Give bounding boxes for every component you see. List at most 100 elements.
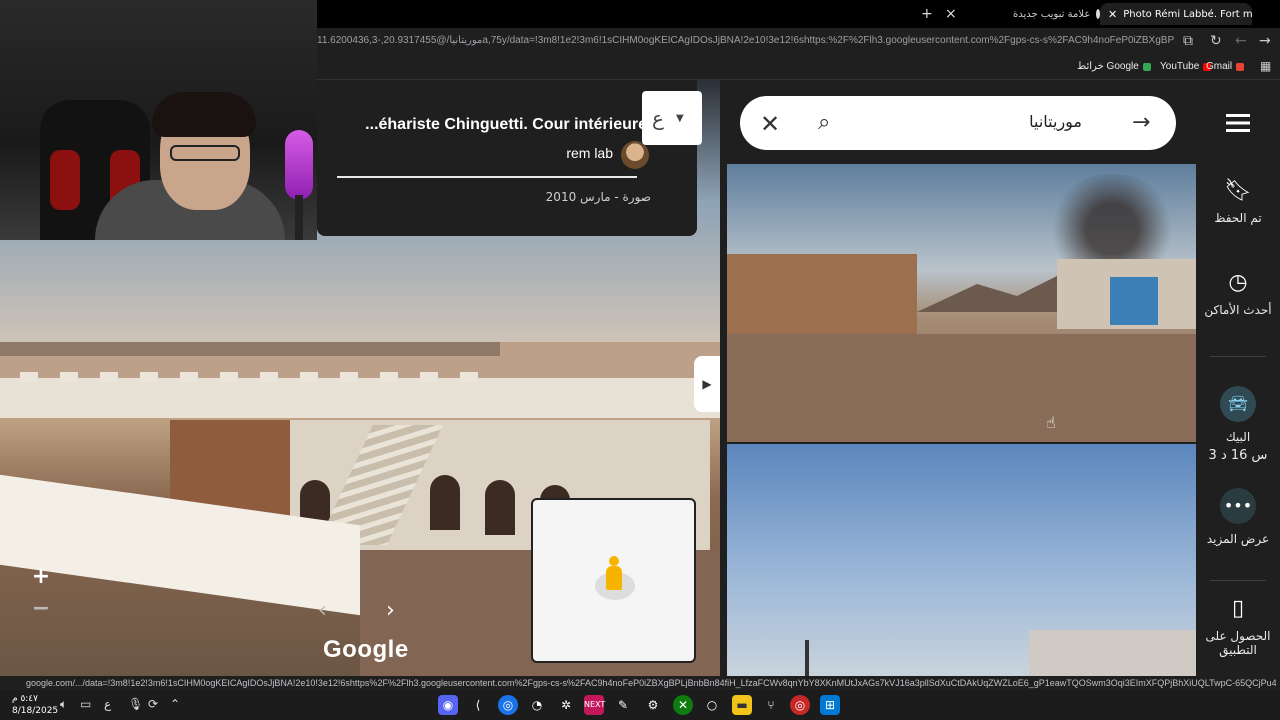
more-icon: •••: [1220, 488, 1256, 524]
glasses: [170, 145, 240, 161]
search-input[interactable]: موريتانيا: [1029, 112, 1082, 131]
link-status-bar: google.com/.../data=!3m8!1e2!3m6!1sCIHM0…: [0, 676, 1280, 690]
photo-date: صورة - مارس 2010: [545, 190, 651, 204]
photo-thumbnail[interactable]: [727, 444, 1196, 676]
rail-eta: 3 س 16 د: [1208, 448, 1268, 463]
photo-back-wall: [0, 378, 720, 418]
collapse-panel-button[interactable]: ▶: [694, 356, 720, 412]
folder-icon[interactable]: ▬: [732, 695, 752, 715]
tab-photo[interactable]: ✕ Photo Rémi Labbé. Fort méhar: [1100, 3, 1252, 25]
url-field[interactable]: موريتانيا/@20.9317455,-11.6200436,3a,75y…: [317, 35, 1175, 46]
zoom-in-button[interactable]: +: [28, 564, 54, 589]
mic-arm: [295, 195, 303, 240]
bookmark-label: خرائط Google: [1077, 61, 1139, 72]
prev-photo-button[interactable]: ‹: [318, 598, 327, 623]
link-preview: google.com/.../data=!3m8!1e2!3m6!1sCIHM0…: [26, 678, 1276, 688]
settings-icon[interactable]: ✲: [556, 695, 576, 715]
rail-label: الحصول على التطبيق: [1205, 629, 1271, 657]
windows-start-icon[interactable]: ⊞: [820, 695, 840, 715]
git-icon[interactable]: ⑂: [761, 695, 781, 715]
photo-author[interactable]: rem lab: [566, 145, 613, 161]
rail-label: البيك: [1225, 430, 1251, 444]
apps-grid-icon[interactable]: ▦: [1260, 59, 1271, 73]
photo-title: ...éhariste Chinguetti. Cour intérieure: [365, 116, 647, 133]
bookmark-icon: 🔖︎: [1224, 178, 1252, 203]
phone-icon: ▯: [1231, 596, 1245, 621]
hand-cursor-icon: ☝: [1046, 413, 1056, 432]
rail-more[interactable]: ••• عرض المزيد: [1196, 488, 1280, 546]
search-box[interactable]: ✕ ⌕ موريتانيا →: [740, 96, 1176, 150]
reload-icon[interactable]: ↻: [1210, 33, 1222, 49]
history-icon: ◷: [1228, 270, 1248, 295]
search-icon[interactable]: ⌕: [818, 110, 830, 135]
tab-title: علامة تبويب جديدة: [1013, 8, 1091, 20]
directions-arrow-icon[interactable]: →: [1132, 110, 1150, 135]
maps-icon: [1142, 62, 1151, 71]
xbox-icon[interactable]: ✕: [673, 695, 693, 715]
pegman-card[interactable]: [531, 498, 696, 663]
search-app-icon[interactable]: ○: [702, 695, 722, 715]
google-watermark: Google: [323, 636, 409, 663]
car-icon: 🚘︎: [1220, 386, 1256, 422]
close-window-button[interactable]: ×: [945, 5, 957, 23]
microphone: [285, 130, 313, 200]
network-icon[interactable]: ▭: [80, 697, 91, 711]
clock-date: 8/18/2025: [12, 706, 59, 716]
bookmark-label: YouTube: [1160, 61, 1200, 72]
chrome-icon[interactable]: ◎: [498, 695, 518, 715]
menu-icon[interactable]: [1226, 114, 1250, 132]
tab-title: Photo Rémi Labbé. Fort méhar: [1123, 8, 1252, 20]
new-tab-button[interactable]: +: [921, 5, 933, 23]
avatar[interactable]: [621, 141, 649, 169]
input-language[interactable]: ع: [104, 697, 111, 711]
search-results-panel: ✕ ⌕ موريتانيا →: [720, 80, 1196, 676]
rail-label: أحدث الأماكن: [1204, 303, 1272, 317]
discord-icon[interactable]: ◉: [438, 695, 458, 715]
back-icon[interactable]: →: [1259, 33, 1271, 49]
next-photo-button[interactable]: ›: [386, 598, 395, 623]
chevron-down-icon: ▼: [675, 112, 684, 124]
clock-time: ٥:٤٧ م: [12, 694, 38, 704]
bookmark-maps[interactable]: خرائط Google: [1077, 61, 1151, 72]
bookmark-label: Gmail: [1206, 61, 1233, 72]
rail-recent[interactable]: ◷ أحدث الأماكن: [1196, 270, 1280, 317]
taskbar: ٥:٤٧ م 8/18/2025 🔈︎ ▭ ع 🎙︎ ⟳ ⌃ ◉ ⟨ ◎ ◔ ✲…: [0, 690, 1280, 720]
streamer-hair: [152, 92, 256, 137]
rail-label: تم الحفظ: [1214, 211, 1262, 225]
chevron-right-icon: ▶: [702, 377, 712, 391]
webcam-overlay: [0, 0, 317, 240]
photo-thumbnail[interactable]: [727, 164, 1196, 442]
rail-home[interactable]: 🚘︎ البيك 3 س 16 د: [1196, 386, 1280, 463]
divider: [337, 176, 637, 178]
bookmark-youtube[interactable]: YouTube: [1160, 61, 1212, 72]
forward-icon[interactable]: ←: [1235, 33, 1247, 49]
language-selector[interactable]: ع ▼: [642, 91, 702, 145]
rail-label: عرض المزيد: [1206, 532, 1270, 546]
zoom-out-button[interactable]: −: [28, 596, 54, 621]
extensions-icon[interactable]: ⧉: [1183, 33, 1193, 49]
bookmark-gmail[interactable]: Gmail: [1206, 61, 1245, 72]
pegman-icon[interactable]: [605, 556, 623, 590]
tab-new-tab[interactable]: علامة تبويب جديدة: [1005, 3, 1101, 25]
volume-icon[interactable]: 🔈︎: [60, 697, 67, 712]
chair-stripe: [50, 150, 80, 210]
close-icon[interactable]: ✕: [760, 110, 780, 138]
back-app-icon[interactable]: ⟨: [468, 695, 488, 715]
notes-icon[interactable]: ✎: [613, 695, 633, 715]
gmail-icon: [1236, 62, 1245, 71]
obs-icon[interactable]: ◔: [527, 695, 547, 715]
language-label: ع: [652, 106, 664, 130]
close-tab-icon[interactable]: ✕: [1108, 8, 1117, 21]
chevron-up-icon[interactable]: ⌃: [170, 697, 180, 711]
address-bar: موريتانيا/@20.9317455,-11.6200436,3a,75y…: [317, 28, 1280, 56]
next-app-icon[interactable]: NEXT: [584, 695, 605, 715]
target-icon[interactable]: ◎: [790, 695, 810, 715]
rail-saved[interactable]: 🔖︎ تم الحفظ: [1196, 178, 1280, 225]
system-clock[interactable]: ٥:٤٧ م 8/18/2025: [12, 693, 58, 717]
mic-icon[interactable]: 🎙︎: [128, 697, 143, 711]
rail-get-app[interactable]: ▯ الحصول على التطبيق: [1196, 596, 1280, 657]
divider: [1210, 580, 1266, 581]
gear-icon[interactable]: ⚙: [643, 695, 663, 715]
photo-info-card: ...éhariste Chinguetti. Cour intérieure …: [317, 80, 697, 236]
sync-icon[interactable]: ⟳: [148, 697, 158, 711]
